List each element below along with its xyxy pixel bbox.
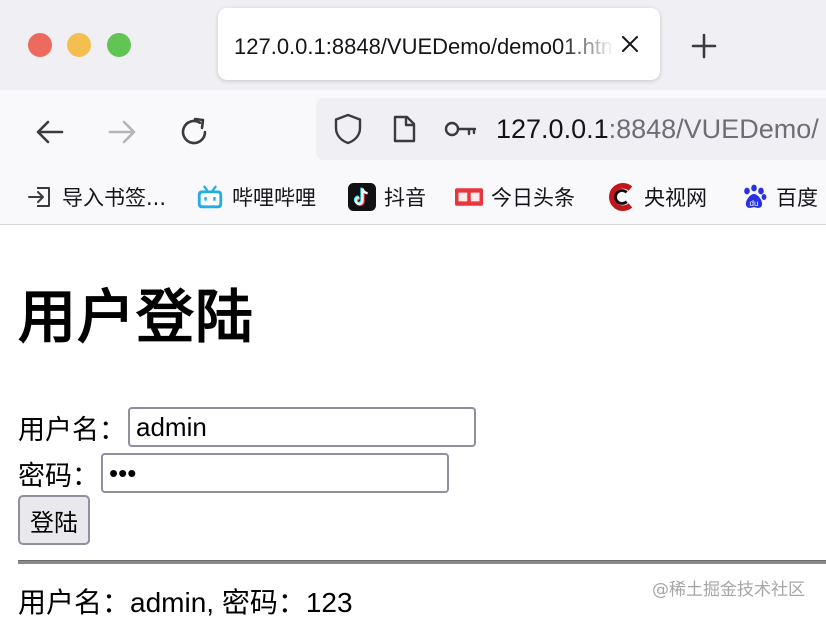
- result-separator: ,: [206, 587, 222, 618]
- horizontal-rule: [18, 560, 826, 564]
- bilibili-icon: [196, 183, 224, 211]
- reload-icon[interactable]: [176, 114, 212, 150]
- key-icon[interactable]: [444, 118, 478, 140]
- close-window-button[interactable]: [28, 33, 52, 57]
- svg-text:du: du: [750, 199, 759, 208]
- username-label: 用户名：: [18, 414, 126, 446]
- bookmark-label: 导入书签...: [62, 186, 167, 210]
- bookmark-toutiao[interactable]: 今日头条: [455, 182, 575, 212]
- import-icon: [26, 183, 54, 211]
- result-username: admin: [130, 587, 207, 618]
- back-arrow-icon[interactable]: [32, 114, 68, 150]
- bookmark-label: 抖音: [384, 186, 426, 210]
- douyin-icon: [348, 183, 376, 211]
- forward-arrow-icon[interactable]: [104, 114, 140, 150]
- url-host: 127.0.0.1: [496, 114, 609, 144]
- result-password: 123: [305, 587, 353, 618]
- password-row: 密码：: [18, 451, 449, 495]
- bookmarks-toolbar: 导入书签... 哔哩哔哩 抖音 今日头条 央视网 du 百度: [0, 172, 826, 225]
- bookmark-import[interactable]: 导入书签...: [26, 182, 166, 212]
- zoom-window-button[interactable]: [107, 33, 131, 57]
- cctv-icon: [608, 183, 636, 211]
- navigation-toolbar: 127.0.0.1:8848/VUEDemo/: [0, 90, 826, 172]
- login-button[interactable]: 登陆: [18, 495, 90, 545]
- page-content: 用户登陆 用户名： 密码： 登陆 用户名：admin, 密码：123: [0, 225, 826, 620]
- username-input[interactable]: [128, 407, 476, 447]
- baidu-icon: du: [740, 183, 768, 211]
- bookmark-douyin[interactable]: 抖音: [348, 182, 426, 212]
- bookmark-baidu[interactable]: du 百度: [740, 182, 818, 212]
- page-info-icon[interactable]: [390, 114, 418, 144]
- bookmark-label: 今日头条: [491, 186, 575, 210]
- minimize-window-button[interactable]: [67, 33, 91, 57]
- url-text[interactable]: 127.0.0.1:8848/VUEDemo/: [496, 112, 819, 146]
- close-tab-icon[interactable]: [618, 32, 642, 56]
- result-username-label: 用户名：: [18, 586, 131, 619]
- bookmark-cctv[interactable]: 央视网: [608, 182, 707, 212]
- bookmark-bilibili[interactable]: 哔哩哔哩: [196, 182, 316, 212]
- tab-strip: 127.0.0.1:8848/VUEDemo/demo01.html: [0, 0, 826, 90]
- new-tab-icon[interactable]: [688, 30, 720, 62]
- address-bar[interactable]: 127.0.0.1:8848/VUEDemo/: [316, 98, 826, 160]
- username-row: 用户名：: [18, 405, 476, 449]
- tab-title: 127.0.0.1:8848/VUEDemo/demo01.html: [234, 34, 614, 59]
- url-path: :8848/VUEDemo/: [608, 114, 819, 144]
- bookmark-label: 哔哩哔哩: [232, 186, 316, 210]
- bookmark-label: 百度: [776, 186, 818, 210]
- password-input[interactable]: [101, 453, 449, 493]
- toutiao-icon: [455, 183, 483, 211]
- result-password-label: 密码：: [221, 586, 306, 619]
- result-text: 用户名：admin, 密码：123: [18, 583, 353, 623]
- watermark: @稀土掘金技术社区: [652, 580, 805, 600]
- password-label: 密码：: [18, 460, 99, 492]
- browser-tab[interactable]: 127.0.0.1:8848/VUEDemo/demo01.html: [218, 8, 660, 80]
- tracking-protection-shield-icon[interactable]: [332, 112, 364, 146]
- bookmark-label: 央视网: [644, 186, 707, 210]
- page-title: 用户登陆: [18, 283, 255, 351]
